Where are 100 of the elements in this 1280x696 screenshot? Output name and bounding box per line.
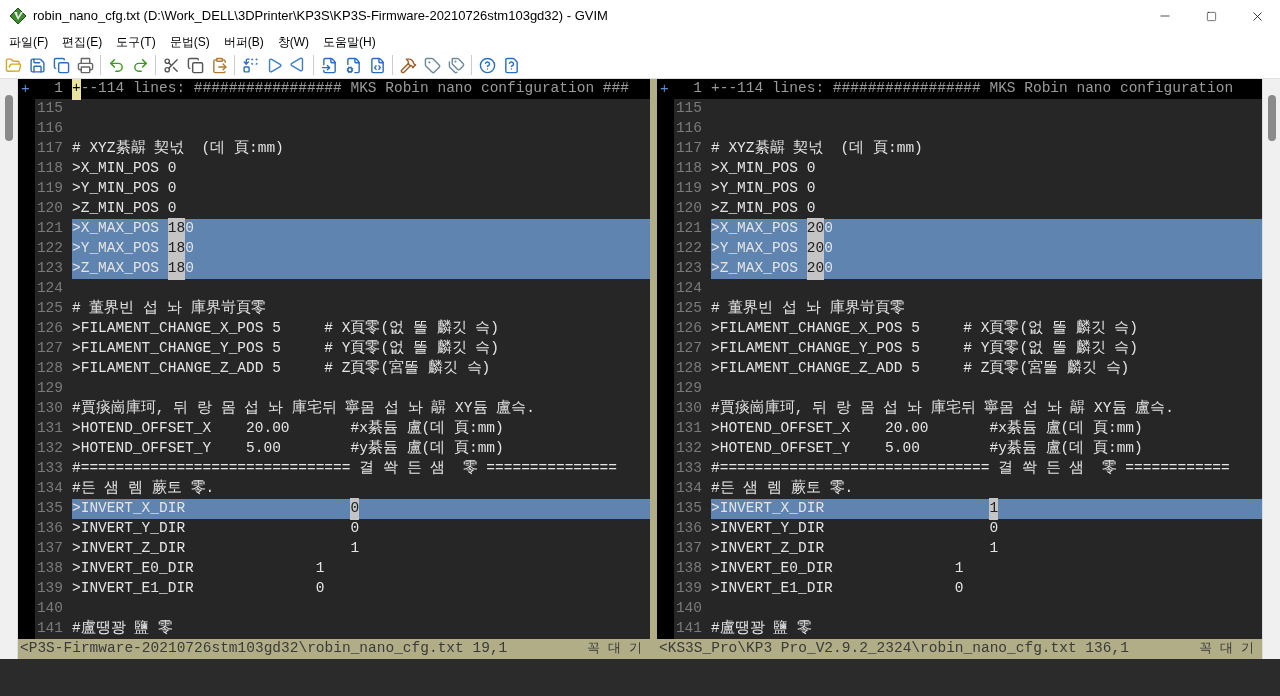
- line-number: 132: [35, 439, 64, 459]
- line-number: 115: [674, 99, 703, 119]
- code-text: >INVERT_Z_DIR 1: [711, 539, 999, 559]
- menu-item[interactable]: 창(W): [270, 33, 316, 51]
- line-number: 119: [674, 179, 703, 199]
- code-text: #賈痰崗庫珂, 뒤 랑 몸 섭 놔 庫宅뒤 寧몸 섭 놔 髜 XY듐 盧슥.: [711, 398, 1174, 419]
- code-text: #賈痰崗庫珂, 뒤 랑 몸 섭 놔 庫宅뒤 寧몸 섭 놔 髜 XY듐 盧슥.: [72, 398, 535, 419]
- code-text: #=============================== 결 쏵 든 샘 零 ============: [711, 459, 1230, 479]
- code-text: >Z_MAX_POS: [72, 259, 160, 279]
- code-text: >X_MAX_POS: [711, 219, 799, 239]
- line-number: 129: [35, 379, 64, 399]
- line-number: 133: [674, 459, 703, 479]
- code-text: >INVERT_X_DIR: [711, 499, 826, 519]
- tag-icon[interactable]: [422, 55, 442, 75]
- code-text: >HOTEND_OFFSET_Y 5.00 #y綦듐 盧(데 頁:mm): [711, 439, 1143, 459]
- changed-text: 1: [989, 498, 999, 520]
- line-number: 116: [674, 119, 703, 139]
- menu-item[interactable]: 버퍼(B): [216, 33, 271, 51]
- line-number: 121: [35, 219, 64, 239]
- line-number: 128: [674, 359, 703, 379]
- line-number: 134: [674, 479, 703, 499]
- line-number: 134: [35, 479, 64, 499]
- text-cursor: +: [72, 79, 81, 100]
- line-number: 120: [35, 199, 64, 219]
- line-number: 115: [35, 99, 64, 119]
- menu-item[interactable]: 도움말(H): [316, 33, 383, 51]
- code-text: >Y_MAX_POS: [711, 239, 799, 259]
- code-text: >HOTEND_OFFSET_X 20.00 #x綦듐 盧(데 頁:mm): [711, 419, 1143, 439]
- load-session-icon[interactable]: [319, 55, 339, 75]
- code-text: >FILAMENT_CHANGE_X_POS 5 # X頁零(없 똘 麟깃 슥): [711, 318, 1138, 339]
- fold-sign: +: [20, 80, 31, 99]
- line-number: 125: [35, 299, 64, 319]
- scrollbar-thumb[interactable]: [4, 95, 13, 141]
- line-number: 139: [674, 579, 703, 599]
- changed-text: 18: [167, 238, 186, 260]
- code-text: >X_MIN_POS 0: [72, 159, 177, 179]
- app-logo-icon: [9, 7, 27, 25]
- line-number: 130: [35, 399, 64, 419]
- line-number: 120: [674, 199, 703, 219]
- line-number: 131: [674, 419, 703, 439]
- code-text: >FILAMENT_CHANGE_Y_POS 5 # Y頁零(없 똘 麟깃 슥): [711, 338, 1138, 359]
- code-text: >INVERT_E0_DIR 1: [711, 559, 964, 579]
- line-number: 132: [674, 439, 703, 459]
- hammer-icon[interactable]: [398, 55, 418, 75]
- scrollbar-thumb[interactable]: [1267, 95, 1276, 141]
- fold-text: --114 lines: ################# MKS Robin nano configuration ###: [80, 79, 629, 99]
- code-text: >FILAMENT_CHANGE_Y_POS 5 # Y頁零(없 똘 麟깃 슥): [72, 338, 499, 359]
- line-number: 117: [35, 139, 64, 159]
- menu-item[interactable]: 편집(E): [55, 33, 110, 51]
- line-number: 126: [674, 319, 703, 339]
- code-text: >HOTEND_OFFSET_X 20.00 #x綦듐 盧(데 頁:mm): [72, 419, 504, 439]
- printer-icon[interactable]: [75, 55, 95, 75]
- line-number: 135: [35, 499, 64, 519]
- code-text: >INVERT_E1_DIR 0: [72, 579, 325, 599]
- folder-icon[interactable]: [3, 55, 23, 75]
- line-number: 119: [35, 179, 64, 199]
- maximize-icon: [1205, 10, 1217, 22]
- code-text: >X_MIN_POS 0: [711, 159, 816, 179]
- line-number: 136: [674, 519, 703, 539]
- code-text: 0: [824, 219, 833, 239]
- save-icon[interactable]: [27, 55, 47, 75]
- code-text: #盧땡꽝 鹽 零: [72, 619, 174, 639]
- line-number: 124: [35, 279, 64, 299]
- line-number: 138: [674, 559, 703, 579]
- replace-icon[interactable]: [240, 55, 260, 75]
- line-number: 141: [35, 619, 64, 639]
- code-text: >INVERT_Z_DIR 1: [72, 539, 360, 559]
- code-text: >INVERT_E1_DIR 0: [711, 579, 964, 599]
- copy-icon[interactable]: [185, 55, 205, 75]
- scrollbar[interactable]: [1262, 79, 1280, 659]
- code-text: >Z_MIN_POS 0: [711, 199, 816, 219]
- line-number: 141: [674, 619, 703, 639]
- code-text: #든 샘 렘 蕨토 零.: [72, 478, 215, 499]
- menu-item[interactable]: 도구(T): [109, 33, 163, 51]
- code-text: >Y_MIN_POS 0: [72, 179, 177, 199]
- tags-icon[interactable]: [446, 55, 466, 75]
- line-number: 140: [674, 599, 703, 619]
- line-number: 123: [674, 259, 703, 279]
- code-text: # 董界빈 섭 놔 庫界岢頁零: [711, 298, 905, 319]
- code-text: >Y_MAX_POS: [72, 239, 160, 259]
- code-text: >Z_MAX_POS: [711, 259, 799, 279]
- code-text: #=============================== 결 쏵 든 샘 零 ===============: [72, 459, 617, 479]
- code-text: 0: [185, 259, 194, 279]
- line-number: 137: [35, 539, 64, 559]
- code-text: # XYZ綦髜 契넋 (데 頁:mm): [72, 139, 284, 159]
- code-text: >FILAMENT_CHANGE_Z_ADD 5 # Z頁零(宮똘 麟깃 슥): [711, 358, 1130, 379]
- help-icon[interactable]: [477, 55, 497, 75]
- line-number: 117: [674, 139, 703, 159]
- menu-item[interactable]: 문법(S): [162, 33, 217, 51]
- line-number: 136: [35, 519, 64, 539]
- changed-text: 18: [167, 218, 186, 240]
- code-text: >INVERT_Y_DIR 0: [711, 519, 999, 539]
- line-number: 118: [35, 159, 64, 179]
- line-number: 116: [35, 119, 64, 139]
- scrollbar[interactable]: [0, 79, 18, 659]
- line-number: 128: [35, 359, 64, 379]
- scissors-icon[interactable]: [161, 55, 181, 75]
- window-title: robin_nano_cfg.txt (D:\Work_DELL\3DPrinter\KP3S\KP3S-Firmware-20210726stm103gd32) - GVIM: [33, 7, 609, 26]
- menu-item[interactable]: 파일(F): [2, 33, 56, 51]
- code-text: >Z_MIN_POS 0: [72, 199, 177, 219]
